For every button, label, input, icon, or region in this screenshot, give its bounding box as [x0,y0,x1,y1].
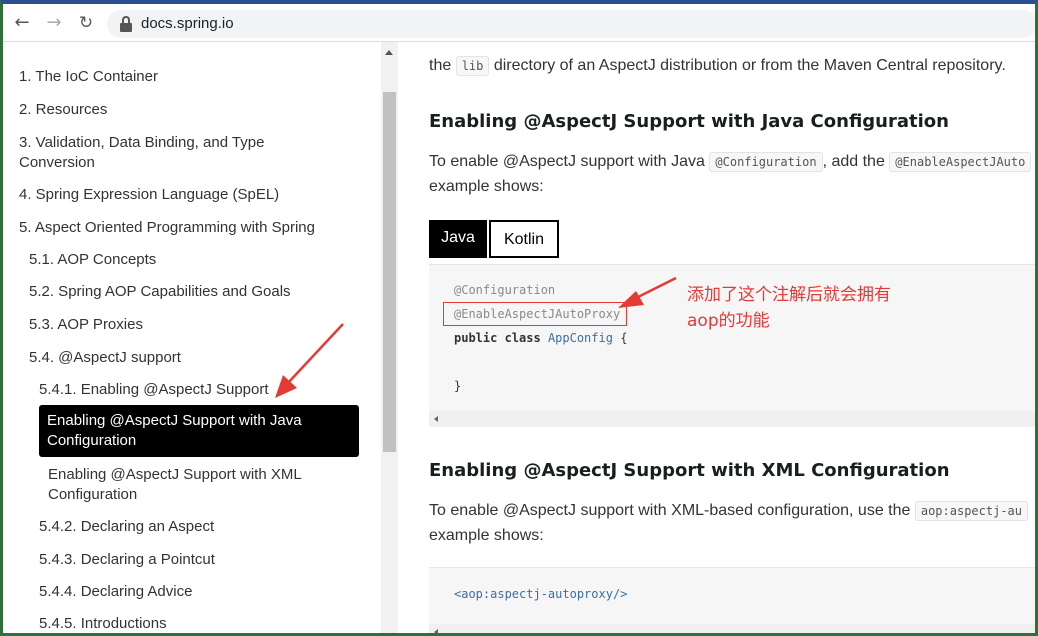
reload-icon[interactable]: ↻ [75,12,97,34]
main-content: the lib directory of an AspectJ distribu… [398,42,1035,633]
screenshot-frame: ← → ↻ docs.spring.io 1. The IoC Containe… [0,0,1038,636]
toc-sidebar: 1. The IoC Container 2. Resources 3. Val… [3,42,381,633]
xml-code-block: <aop:aspectj-autoproxy/> [429,567,1035,633]
annotation-text-line2: aop的功能 [687,311,770,331]
xml-para-prefix: To enable @AspectJ support with XML-base… [429,502,911,519]
arrow-left-icon[interactable]: ← [11,12,33,34]
heading-xml-config: Enabling @AspectJ Support with XML Confi… [429,460,950,481]
address-bar[interactable]: docs.spring.io [107,10,1035,38]
annotation-arrow-sidebar [275,323,344,398]
xml-paragraph-line1: To enable @AspectJ support with XML-base… [429,498,1029,524]
scroll-left-icon[interactable] [434,629,438,633]
xml-para-code: aop:aspectj-au [914,501,1029,521]
xml-paragraph-line2: example shows: [429,527,544,544]
browser-toolbar: ← → ↻ docs.spring.io [3,4,1035,42]
url-text[interactable]: docs.spring.io [141,15,234,32]
annotation-text-line1: 添加了这个注解后就会拥有 [687,285,891,305]
lock-icon[interactable] [119,16,133,32]
scrollbar-thumb[interactable] [383,92,396,452]
sidebar-scrollbar[interactable] [381,42,398,633]
scroll-up-icon[interactable] [385,50,393,55]
arrow-right-icon[interactable]: → [43,12,65,34]
code-line-aspectj-autoproxy: <aop:aspectj-autoproxy/> [454,587,628,601]
xml-code-horizontal-scrollbar[interactable] [429,624,1035,633]
